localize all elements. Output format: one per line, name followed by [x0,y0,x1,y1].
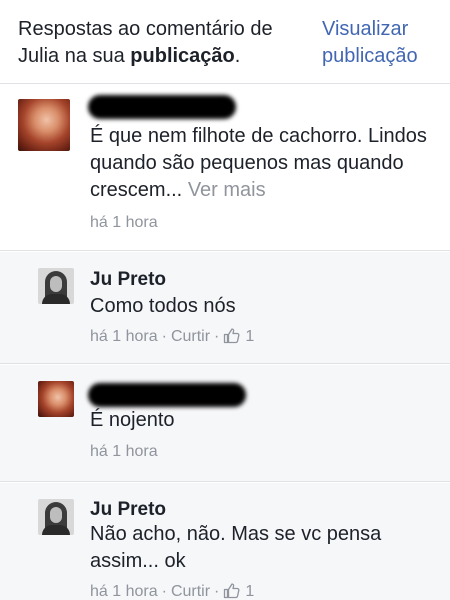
comment-meta: há 1 hora · Curtir · 1 [90,327,254,350]
comment-author[interactable]: Ju Preto [90,498,166,522]
header-title-suffix: . [234,45,241,67]
header-title: Respostas ao comentário de Julia na sua … [18,16,308,70]
reply-item: Ju Preto Não acho, não. Mas se vc pensa … [0,483,450,600]
avatar[interactable] [38,381,74,417]
comment-meta: há 1 hora [90,442,158,462]
thumbs-up-icon[interactable] [223,327,240,350]
header-title-bold: publicação [130,45,235,67]
comment-author[interactable]: Ju Preto [90,268,166,292]
redacted-author-name [88,383,246,407]
comment-time[interactable]: há 1 hora [90,583,158,600]
meta-separator: · [161,328,167,345]
like-button[interactable]: Curtir [171,583,210,600]
reply-item: É nojento há 1 hora [0,365,450,482]
reply-item: Ju Preto Como todos nós há 1 hora · Curtir… [0,252,450,364]
meta-separator: · [214,583,220,600]
like-count[interactable]: 1 [245,583,254,600]
comment-meta: há 1 hora · Curtir · 1 [90,582,254,600]
meta-separator: · [161,583,167,600]
thumbs-up-icon[interactable] [223,582,240,600]
avatar[interactable] [18,99,70,151]
like-count[interactable]: 1 [245,328,254,345]
comment-text: Como todos nós [90,295,236,317]
view-post-link[interactable]: Visualizar publicação [322,16,447,70]
comment-item: É que nem filhote de cachorro. Lindos qu… [0,85,450,251]
avatar[interactable] [38,499,74,535]
comment-time[interactable]: há 1 hora [90,328,158,345]
redacted-author-name [88,95,236,119]
comment-text: É nojento [90,409,175,431]
avatar[interactable] [38,268,74,304]
see-more-link[interactable]: Ver mais [188,179,266,201]
meta-separator: · [214,328,220,345]
comment-meta: há 1 hora [90,213,158,233]
comment-time[interactable]: há 1 hora [90,443,158,460]
replies-header: Respostas ao comentário de Julia na sua … [0,0,450,84]
like-button[interactable]: Curtir [171,328,210,345]
comment-text: É que nem filhote de cachorro. Lindos qu… [90,123,440,204]
comment-time[interactable]: há 1 hora [90,214,158,231]
comment-text: Não acho, não. Mas se vc pensa assim... … [90,523,382,572]
